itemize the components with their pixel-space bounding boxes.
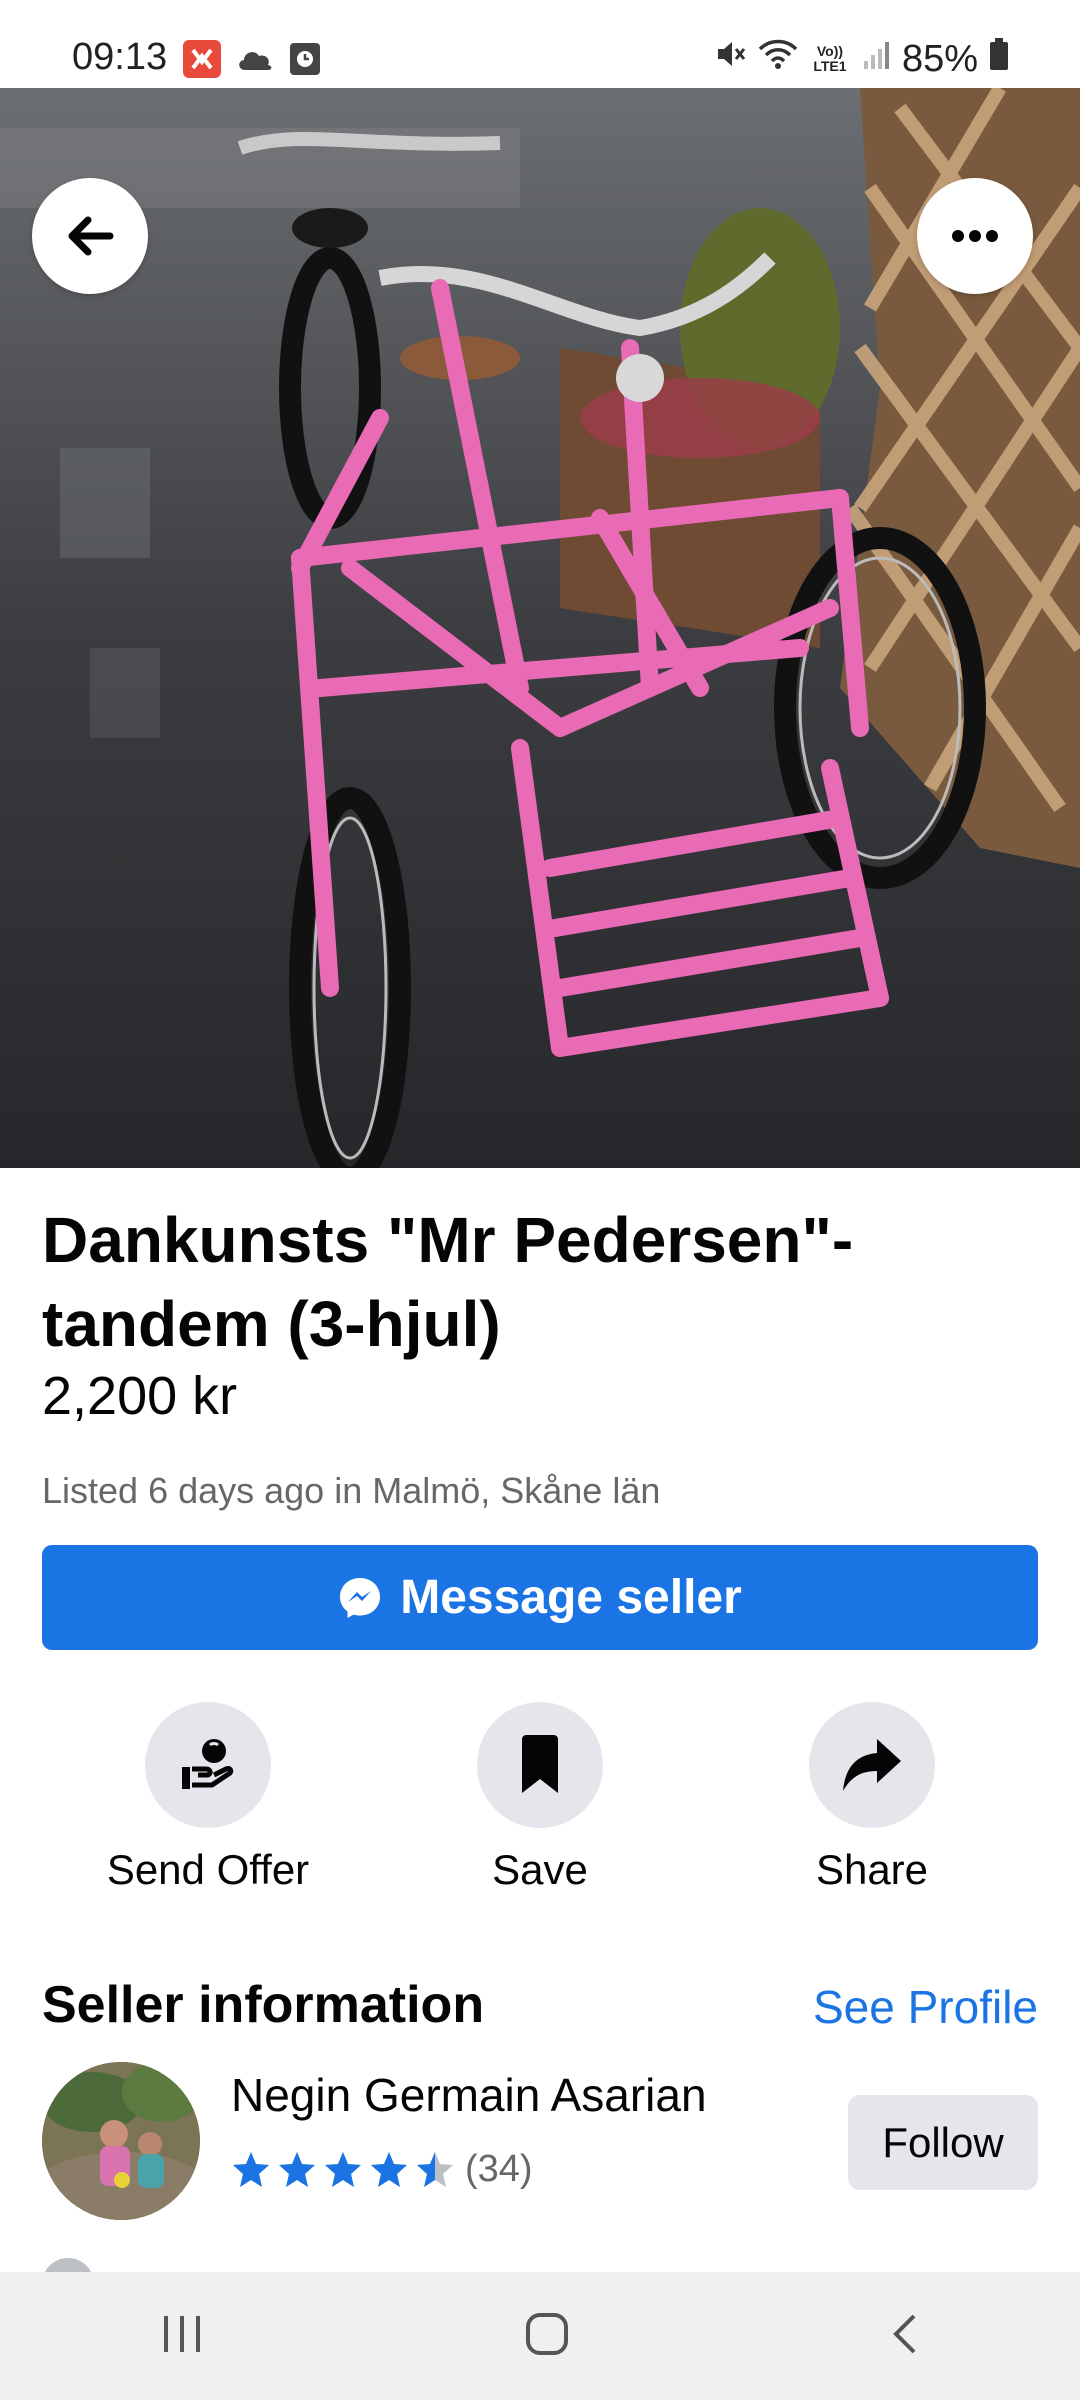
network-label: Vo)) LTE1 bbox=[813, 43, 847, 74]
messenger-icon bbox=[340, 1577, 381, 1618]
star-icon bbox=[233, 2151, 269, 2187]
star-icon bbox=[325, 2151, 361, 2187]
star-icon bbox=[417, 2151, 453, 2187]
see-profile-link[interactable]: See Profile bbox=[813, 1980, 1038, 2034]
star-icon bbox=[371, 2151, 407, 2187]
home-icon[interactable] bbox=[525, 2312, 569, 2361]
bookmark-icon bbox=[522, 1735, 558, 1793]
send-offer-circle bbox=[145, 1702, 271, 1828]
rating-stars bbox=[231, 2150, 455, 2190]
share-circle bbox=[809, 1702, 935, 1828]
cloud-icon bbox=[235, 44, 275, 79]
send-offer-button[interactable]: Send Offer bbox=[58, 1702, 358, 1894]
share-arrow-icon bbox=[843, 1739, 901, 1791]
signal-icon bbox=[862, 38, 892, 81]
wifi-icon bbox=[758, 37, 798, 81]
avatar-photo bbox=[42, 2062, 200, 2220]
share-label: Share bbox=[815, 1846, 929, 1893]
status-bar: 09:13 Vo)) LTE1 85% bbox=[0, 0, 1080, 88]
listing-photo[interactable] bbox=[0, 88, 1080, 1168]
listing-price: 2,200 kr bbox=[42, 1366, 238, 1426]
arrow-left-icon bbox=[68, 216, 114, 256]
listing-title: Dankunsts "Mr Pedersen"-tandem (3-hjul) bbox=[42, 1204, 854, 1360]
save-label: Save bbox=[492, 1846, 588, 1893]
rating-count: (34) bbox=[465, 2148, 533, 2190]
battery-text: 85% bbox=[901, 37, 978, 80]
share-button[interactable]: Share bbox=[722, 1702, 1022, 1894]
seller-rating: (34) bbox=[231, 2148, 533, 2191]
save-button[interactable]: Save bbox=[390, 1702, 690, 1894]
save-circle bbox=[477, 1702, 603, 1828]
back-icon[interactable] bbox=[890, 2312, 920, 2361]
star-icon bbox=[279, 2151, 315, 2187]
message-seller-label: Message seller bbox=[400, 1571, 742, 1624]
recent-apps-icon[interactable] bbox=[160, 2314, 204, 2359]
battery-icon bbox=[988, 37, 1010, 81]
status-notification-icons bbox=[183, 40, 321, 83]
send-offer-icon bbox=[182, 1739, 234, 1789]
message-seller-button[interactable]: Message seller bbox=[42, 1545, 1038, 1650]
send-offer-label: Send Offer bbox=[106, 1846, 310, 1893]
listing-location: Listed 6 days ago in Malmö, Skåne län bbox=[42, 1470, 661, 1511]
status-right: Vo)) LTE1 85% bbox=[712, 36, 1010, 82]
alarm-icon bbox=[289, 42, 321, 81]
seller-avatar[interactable] bbox=[42, 2062, 200, 2220]
app-notification-icon bbox=[183, 40, 221, 83]
system-nav-bar bbox=[0, 2272, 1080, 2400]
seller-info-heading: Seller information bbox=[42, 1976, 485, 2034]
seller-name[interactable]: Negin Germain Asarian bbox=[231, 2068, 707, 2122]
back-button[interactable] bbox=[32, 178, 148, 294]
status-time: 09:13 bbox=[72, 36, 168, 78]
follow-button[interactable]: Follow bbox=[848, 2095, 1038, 2190]
ellipsis-icon bbox=[952, 230, 998, 242]
listing-actions: Send Offer Save Share bbox=[0, 1702, 1080, 1902]
mute-icon bbox=[712, 36, 748, 82]
more-options-button[interactable] bbox=[917, 178, 1033, 294]
